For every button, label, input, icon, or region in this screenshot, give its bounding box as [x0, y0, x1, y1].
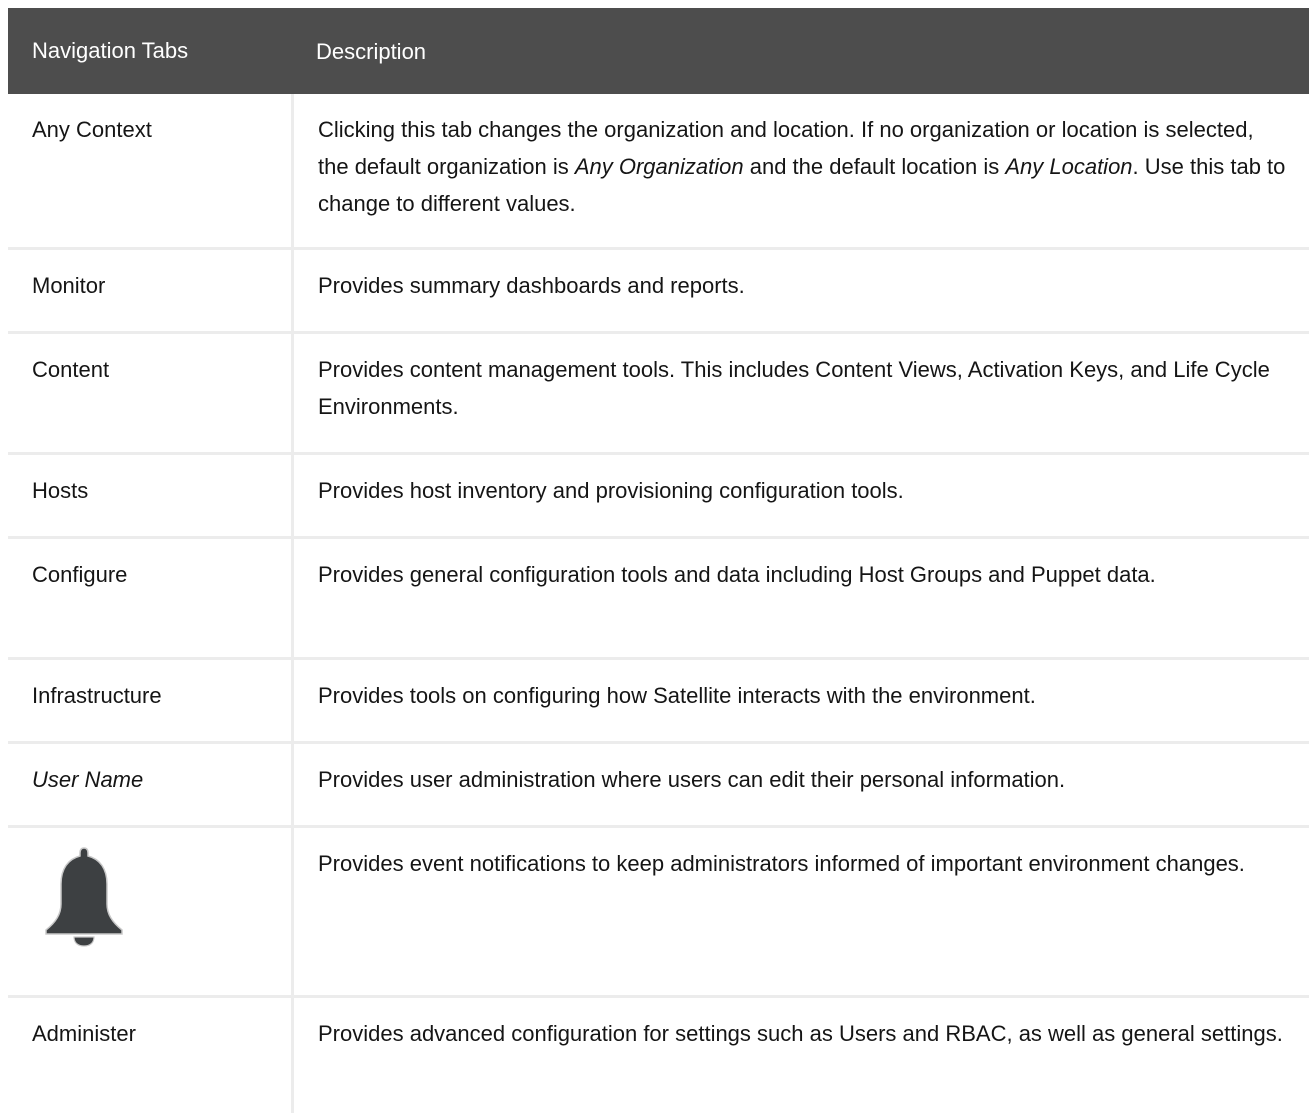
table-header: Navigation Tabs Description — [8, 8, 1309, 94]
table-row: Administer Provides advanced configurati… — [8, 998, 1309, 1113]
tab-name: Any Context — [32, 117, 152, 142]
bell-icon — [38, 842, 130, 954]
tab-description: Provides host inventory and provisioning… — [318, 478, 904, 503]
tab-name: Content — [32, 357, 110, 382]
table-row: Provides event notifications to keep adm… — [8, 828, 1309, 998]
table-row: Infrastructure Provides tools on configu… — [8, 660, 1309, 744]
tab-name: Infrastructure — [32, 683, 162, 708]
tab-description: Provides general configuration tools and… — [318, 562, 1156, 587]
header-navigation-tabs: Navigation Tabs — [32, 38, 189, 63]
tab-description: Provides user administration where users… — [318, 767, 1066, 792]
tab-description: Clicking this tab changes the organizati… — [318, 117, 1286, 216]
tab-description: Provides tools on configuring how Satell… — [318, 683, 1036, 708]
tab-description: Provides summary dashboards and reports. — [318, 273, 745, 298]
table-row: Hosts Provides host inventory and provis… — [8, 455, 1309, 539]
table-row: Configure Provides general configuration… — [8, 539, 1309, 660]
tab-description: Provides advanced configuration for sett… — [318, 1021, 1283, 1046]
table-row: Monitor Provides summary dashboards and … — [8, 250, 1309, 334]
tab-name: Monitor — [32, 273, 106, 298]
tab-description: Provides content management tools. This … — [318, 357, 1270, 419]
tab-name: User Name — [32, 767, 144, 792]
navigation-tabs-table: Navigation Tabs Description Any Context … — [8, 8, 1309, 1113]
tab-name: Administer — [32, 1021, 136, 1046]
table-row: Any Context Clicking this tab changes th… — [8, 94, 1309, 250]
header-description: Description — [316, 38, 427, 64]
tab-name: Configure — [32, 562, 128, 587]
tab-description: Provides event notifications to keep adm… — [318, 851, 1245, 876]
tab-name: Hosts — [32, 478, 89, 503]
table-row: Content Provides content management tool… — [8, 334, 1309, 455]
table-row: User Name Provides user administration w… — [8, 744, 1309, 828]
